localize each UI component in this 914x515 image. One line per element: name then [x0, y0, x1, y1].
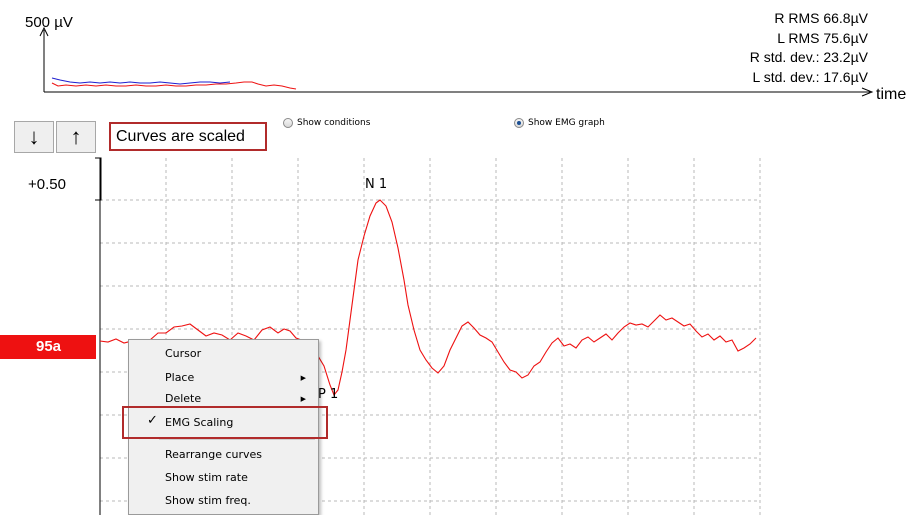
menu-item-place[interactable]: Place	[165, 369, 310, 387]
scale-value-label: +0.50	[28, 176, 66, 193]
menu-item-rearrange-curves[interactable]: Rearrange curves	[165, 446, 262, 464]
submenu-arrow-icon: ▶	[300, 374, 306, 382]
emg-scaling-highlight	[122, 406, 328, 439]
menu-item-show-stim-rate[interactable]: Show stim rate	[165, 469, 248, 487]
menu-item-delete-label: Delete	[165, 392, 202, 405]
menu-item-place-label: Place	[165, 371, 195, 384]
peak-n1-label: N 1	[365, 177, 387, 192]
menu-item-show-stim-freq[interactable]: Show stim freq.	[165, 492, 251, 510]
curve-label-95a[interactable]: 95a	[0, 335, 96, 359]
menu-separator	[159, 439, 315, 440]
peak-p1-label: P 1	[318, 387, 338, 402]
menu-item-cursor[interactable]: Cursor	[165, 345, 201, 363]
submenu-arrow-icon: ▶	[300, 395, 306, 403]
